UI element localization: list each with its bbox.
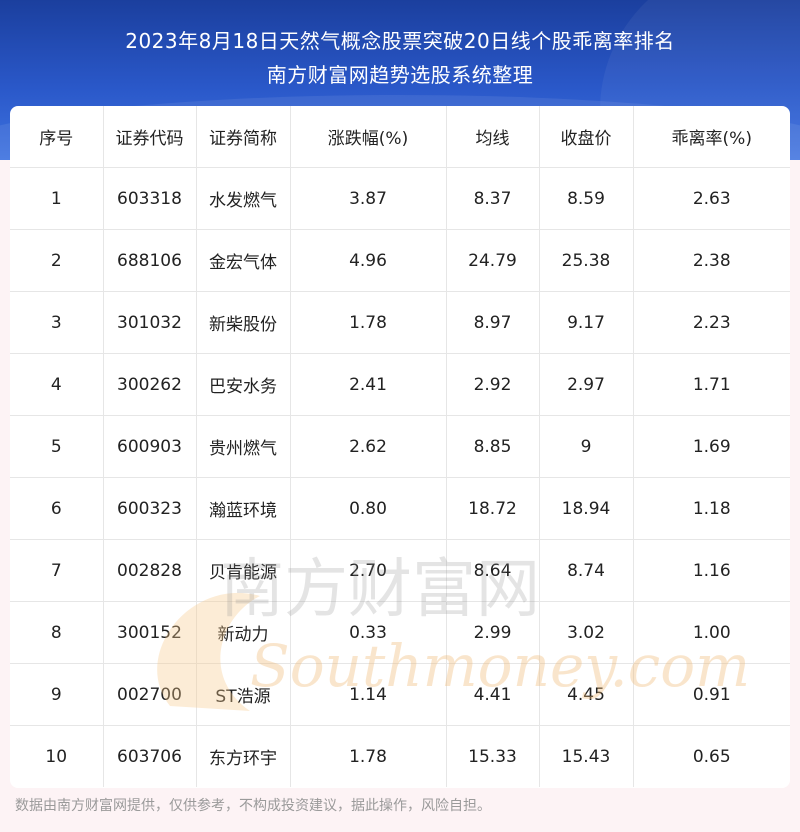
cell-close: 3.02 [539, 601, 634, 664]
cell-index: 3 [10, 291, 104, 354]
cell-bias: 2.63 [633, 167, 790, 230]
cell-change: 2.62 [290, 415, 447, 478]
cell-change: 1.78 [290, 725, 447, 787]
cell-code: 603318 [103, 167, 197, 230]
cell-bias: 1.00 [633, 601, 790, 664]
cell-name: 新动力 [196, 601, 291, 664]
cell-bias: 2.23 [633, 291, 790, 354]
cell-name: 水发燃气 [196, 167, 291, 230]
cell-code: 002700 [103, 663, 197, 726]
cell-ma: 24.79 [446, 229, 540, 292]
cell-close: 18.94 [539, 477, 634, 540]
table-row: 7 002828 贝肯能源 2.70 8.64 8.74 1.16 [10, 539, 790, 602]
table-body: 1 603318 水发燃气 3.87 8.37 8.59 2.63 2 688106 金宏气体 4.… [10, 167, 790, 787]
cell-ma: 8.97 [446, 291, 540, 354]
cell-close: 25.38 [539, 229, 634, 292]
cell-code: 600323 [103, 477, 197, 540]
cell-close: 2.97 [539, 353, 634, 416]
disclaimer-text: 数据由南方财富网提供，仅供参考，不构成投资建议，据此操作，风险自担。 [15, 798, 491, 814]
cell-index: 2 [10, 229, 104, 292]
table-row: 2 688106 金宏气体 4.96 24.79 25.38 2.38 [10, 229, 790, 292]
page-title: 2023年8月18日天然气概念股票突破20日线个股乖离率排名 [125, 29, 675, 53]
column-header-code: 证券代码 [103, 106, 197, 168]
cell-code: 301032 [103, 291, 197, 354]
column-header-bias: 乖离率(%) [633, 106, 790, 168]
table-row: 1 603318 水发燃气 3.87 8.37 8.59 2.63 [10, 167, 790, 230]
column-header-ma: 均线 [446, 106, 540, 168]
cell-code: 603706 [103, 725, 197, 787]
table-row: 8 300152 新动力 0.33 2.99 3.02 1.00 [10, 601, 790, 664]
cell-ma: 18.72 [446, 477, 540, 540]
cell-bias: 0.65 [692, 746, 731, 767]
cell-close: 8.74 [539, 539, 634, 602]
cell-ma: 8.85 [446, 415, 540, 478]
cell-code: 002828 [103, 539, 197, 602]
cell-name: 巴安水务 [196, 353, 291, 416]
column-header-name: 证券简称 [196, 106, 291, 168]
cell-index: 5 [10, 415, 104, 478]
cell-change: 3.87 [290, 167, 447, 230]
cell-close: 8.59 [539, 167, 634, 230]
cell-name: 金宏气体 [196, 229, 291, 292]
cell-bias: 1.69 [633, 415, 790, 478]
cell-change: 0.80 [290, 477, 447, 540]
cell-ma: 8.64 [446, 539, 540, 602]
page-subtitle: 南方财富网趋势选股系统整理 [266, 63, 534, 87]
column-header-index: 序号 [10, 106, 104, 168]
cell-ma: 2.92 [446, 353, 540, 416]
table-row: 3 301032 新柴股份 1.78 8.97 9.17 2.23 [10, 291, 790, 354]
cell-bias: 0.91 [633, 663, 790, 726]
cell-change: 2.70 [290, 539, 447, 602]
cell-close: 9.17 [539, 291, 634, 354]
cell-index: 4 [10, 353, 104, 416]
cell-change: 4.96 [290, 229, 447, 292]
cell-name: ST浩源 [196, 663, 291, 726]
cell-name: 新柴股份 [196, 291, 291, 354]
cell-change: 1.14 [290, 663, 447, 726]
cell-code: 600903 [103, 415, 197, 478]
table-row: 5 600903 贵州燃气 2.62 8.85 9 1.69 [10, 415, 790, 478]
cell-index: 10 [10, 725, 104, 787]
cell-index: 1 [10, 167, 104, 230]
cell-index: 8 [10, 601, 104, 664]
cell-name: 东方环宇 [196, 725, 291, 787]
ranking-table: 序号 证券代码 证券简称 涨跌幅(%) 均线 收盘价 乖离率(%) 1 60331… [10, 106, 790, 787]
cell-change: 1.78 [290, 291, 447, 354]
column-header-close: 收盘价 [539, 106, 634, 168]
cell-bias: 1.18 [633, 477, 790, 540]
cell-name: 贝肯能源 [196, 539, 291, 602]
cell-index: 7 [10, 539, 104, 602]
table-row: 4 300262 巴安水务 2.41 2.92 2.97 1.71 [10, 353, 790, 416]
cell-close: 9 [539, 415, 634, 478]
cell-bias: 1.16 [633, 539, 790, 602]
cell-change: 2.41 [290, 353, 447, 416]
data-table-card: 序号 证券代码 证券简称 涨跌幅(%) 均线 收盘价 乖离率(%) 1 60331… [10, 106, 790, 788]
table-row: 10 603706 东方环宇 1.78 15.33 15.43 0.65 [10, 725, 790, 787]
cell-code: 300262 [103, 353, 197, 416]
cell-index: 6 [10, 477, 104, 540]
cell-code: 688106 [103, 229, 197, 292]
cell-bias: 2.38 [633, 229, 790, 292]
table-row: 9 002700 ST浩源 1.14 4.41 4.45 0.91 [10, 663, 790, 726]
cell-name: 贵州燃气 [196, 415, 291, 478]
cell-code: 300152 [103, 601, 197, 664]
cell-change: 0.33 [290, 601, 447, 664]
cell-ma: 8.37 [446, 167, 540, 230]
table-row: 6 600323 瀚蓝环境 0.80 18.72 18.94 1.18 [10, 477, 790, 540]
table-header-row: 序号 证券代码 证券简称 涨跌幅(%) 均线 收盘价 乖离率(%) [10, 106, 790, 168]
cell-bias: 1.71 [633, 353, 790, 416]
column-header-change: 涨跌幅(%) [290, 106, 447, 168]
cell-name: 瀚蓝环境 [196, 477, 291, 540]
cell-ma: 15.33 [446, 725, 540, 787]
cell-close: 15.43 [539, 725, 634, 787]
cell-ma: 2.99 [446, 601, 540, 664]
cell-index: 9 [10, 663, 104, 726]
cell-ma: 4.41 [446, 663, 540, 726]
cell-close: 4.45 [539, 663, 634, 726]
